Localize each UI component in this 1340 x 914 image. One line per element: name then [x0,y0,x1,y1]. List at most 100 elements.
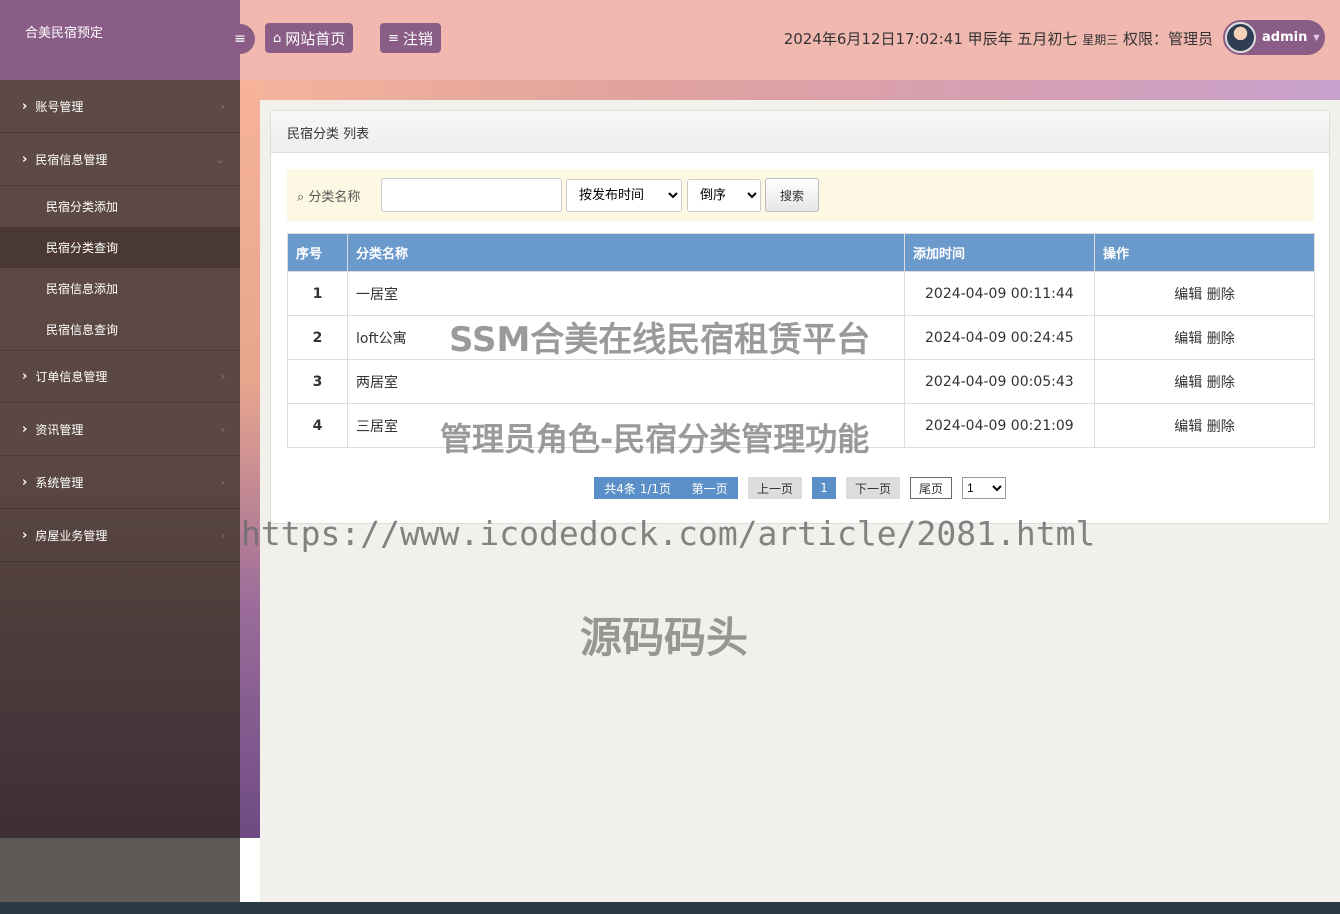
row-time: 2024-04-09 00:11:44 [904,271,1095,316]
brand-title: 合美民宿预定 [0,0,240,80]
logout-button[interactable]: ≡ 注销 [380,23,441,53]
search-label-text: 分类名称 [308,190,361,205]
chevron-right-icon: › [220,99,225,113]
chevron-right-icon: › [22,474,28,490]
category-name-input[interactable] [381,178,562,212]
datetime-text: 2024年6月12日17:02:41 甲辰年 五月初七 [783,30,1078,48]
row-actions: 编辑 删除 [1094,271,1315,316]
sidebar-subitem-info-query[interactable]: 民宿信息查询 [0,309,240,350]
panel-title: 民宿分类 列表 [271,111,1329,153]
page-select[interactable]: 1 [962,477,1006,499]
watermark-title: SSM合美在线民宿租赁平台 [449,320,871,360]
top-header: ≡ ⌂ 网站首页 ≡ 注销 2024年6月12日17:02:41 甲辰年 五月初七 … [225,0,1340,80]
user-menu[interactable]: admin ▼ [1223,20,1325,55]
edit-link[interactable]: 编辑 [1174,375,1202,391]
chevron-right-icon: › [22,421,28,437]
pagination-summary: 共4条 1/1页 [604,481,672,496]
sidebar-item-housing[interactable]: › 房屋业务管理 › [0,509,240,562]
sidebar-item-label: 系统管理 [35,475,84,490]
search-label: ⌕ 分类名称 [297,186,360,205]
caret-down-icon: ▼ [1313,33,1320,42]
logout-button-label: 注销 [402,29,433,48]
sidebar-item-label: 民宿信息管理 [35,152,108,167]
chevron-right-icon: › [220,370,225,383]
sidebar-subitem-info-add[interactable]: 民宿信息添加 [0,268,240,309]
prev-page-button[interactable]: 上一页 [748,477,802,499]
sidebar-subitem-category-query[interactable]: 民宿分类查询 [0,227,240,268]
table-row: 3 两居室 2024-04-09 00:05:43 编辑 删除 [287,359,1315,404]
row-time: 2024-04-09 00:21:09 [904,403,1095,448]
watermark-subtitle: 管理员角色-民宿分类管理功能 [440,420,870,458]
sidebar-item-label: 资讯管理 [35,422,84,437]
decorative-gradient-bar [260,80,1340,100]
decorative-strip [240,80,260,838]
sidebar-item-system[interactable]: › 系统管理 › [0,456,240,509]
first-page-link[interactable]: 第一页 [692,480,728,497]
sidebar-item-label: 房屋业务管理 [35,528,108,543]
current-page[interactable]: 1 [812,477,836,499]
pagination-info: 共4条 1/1页 第一页 [594,477,738,499]
table-row: 1 一居室 2024-04-09 00:11:44 编辑 删除 [287,271,1315,316]
watermark-url: https://www.icodedock.com/article/2081.h… [241,514,1096,553]
main-content: 民宿分类 列表 ⌕ 分类名称 按发布时间 倒序 搜索 序号 分类名称 添加时间 … [240,100,1340,902]
edit-link[interactable]: 编辑 [1174,331,1202,347]
sidebar: 合美民宿预定 › 账号管理 › › 民宿信息管理 ⌄ 民宿分类添加 民宿分类查询 民宿信… [0,0,240,838]
row-no: 2 [287,315,348,360]
row-time: 2024-04-09 00:05:43 [904,359,1095,404]
search-button[interactable]: 搜索 [765,178,819,212]
avatar [1225,22,1256,53]
weekday-text: 星期三 [1082,33,1119,47]
edit-link[interactable]: 编辑 [1174,287,1202,303]
list-icon: ≡ [388,30,399,46]
sidebar-item-news[interactable]: › 资讯管理 › [0,403,240,456]
decorative-block [240,838,260,902]
sidebar-item-orders[interactable]: › 订单信息管理 › [0,350,240,403]
sidebar-footer [0,838,240,902]
row-name: 一居室 [347,271,905,316]
next-page-button[interactable]: 下一页 [846,477,900,499]
os-taskbar [0,902,1340,914]
home-button-label: 网站首页 [285,29,346,48]
chevron-right-icon: › [22,369,28,384]
delete-link[interactable]: 删除 [1207,287,1235,303]
row-actions: 编辑 删除 [1094,359,1315,404]
watermark-brand: 源码码头 [580,613,749,662]
home-button[interactable]: ⌂ 网站首页 [265,23,354,53]
sidebar-item-homestay-info[interactable]: › 民宿信息管理 ⌄ [0,133,240,186]
last-page-button[interactable]: 尾页 [910,477,952,499]
chevron-down-icon: ⌄ [215,152,225,166]
search-bar: ⌕ 分类名称 按发布时间 倒序 搜索 [287,169,1314,221]
chevron-right-icon: › [220,475,225,489]
username: admin [1262,30,1308,45]
row-time: 2024-04-09 00:24:45 [904,315,1095,360]
column-header-time: 添加时间 [904,233,1095,272]
row-no: 4 [287,403,348,448]
role-text: 权限：管理员 [1122,30,1213,48]
datetime-display: 2024年6月12日17:02:41 甲辰年 五月初七 星期三 权限：管理员 [784,28,1213,49]
row-no: 1 [287,271,348,316]
delete-link[interactable]: 删除 [1207,331,1235,347]
row-actions: 编辑 删除 [1094,315,1315,360]
edit-link[interactable]: 编辑 [1174,419,1202,435]
sort-order-select[interactable]: 倒序 [687,179,761,212]
sidebar-subitem-category-add[interactable]: 民宿分类添加 [0,186,240,227]
sort-field-select[interactable]: 按发布时间 [566,179,682,212]
sidebar-item-account[interactable]: › 账号管理 › [0,80,240,133]
row-name: 两居室 [347,359,905,404]
column-header-no: 序号 [287,233,348,272]
chevron-right-icon: › [220,422,225,436]
chevron-right-icon: › [22,98,28,114]
row-actions: 编辑 删除 [1094,403,1315,448]
chevron-right-icon: › [22,527,28,543]
delete-link[interactable]: 删除 [1207,419,1235,435]
menu-toggle-icon[interactable]: ≡ [225,24,255,54]
row-no: 3 [287,359,348,404]
sidebar-item-label: 订单信息管理 [35,370,108,384]
chevron-right-icon: › [220,528,225,542]
search-icon: ⌕ [297,190,305,205]
delete-link[interactable]: 删除 [1207,375,1235,391]
column-header-name: 分类名称 [347,233,905,272]
home-icon: ⌂ [273,30,282,46]
sidebar-item-label: 账号管理 [35,99,84,114]
chevron-right-icon: › [22,151,28,167]
